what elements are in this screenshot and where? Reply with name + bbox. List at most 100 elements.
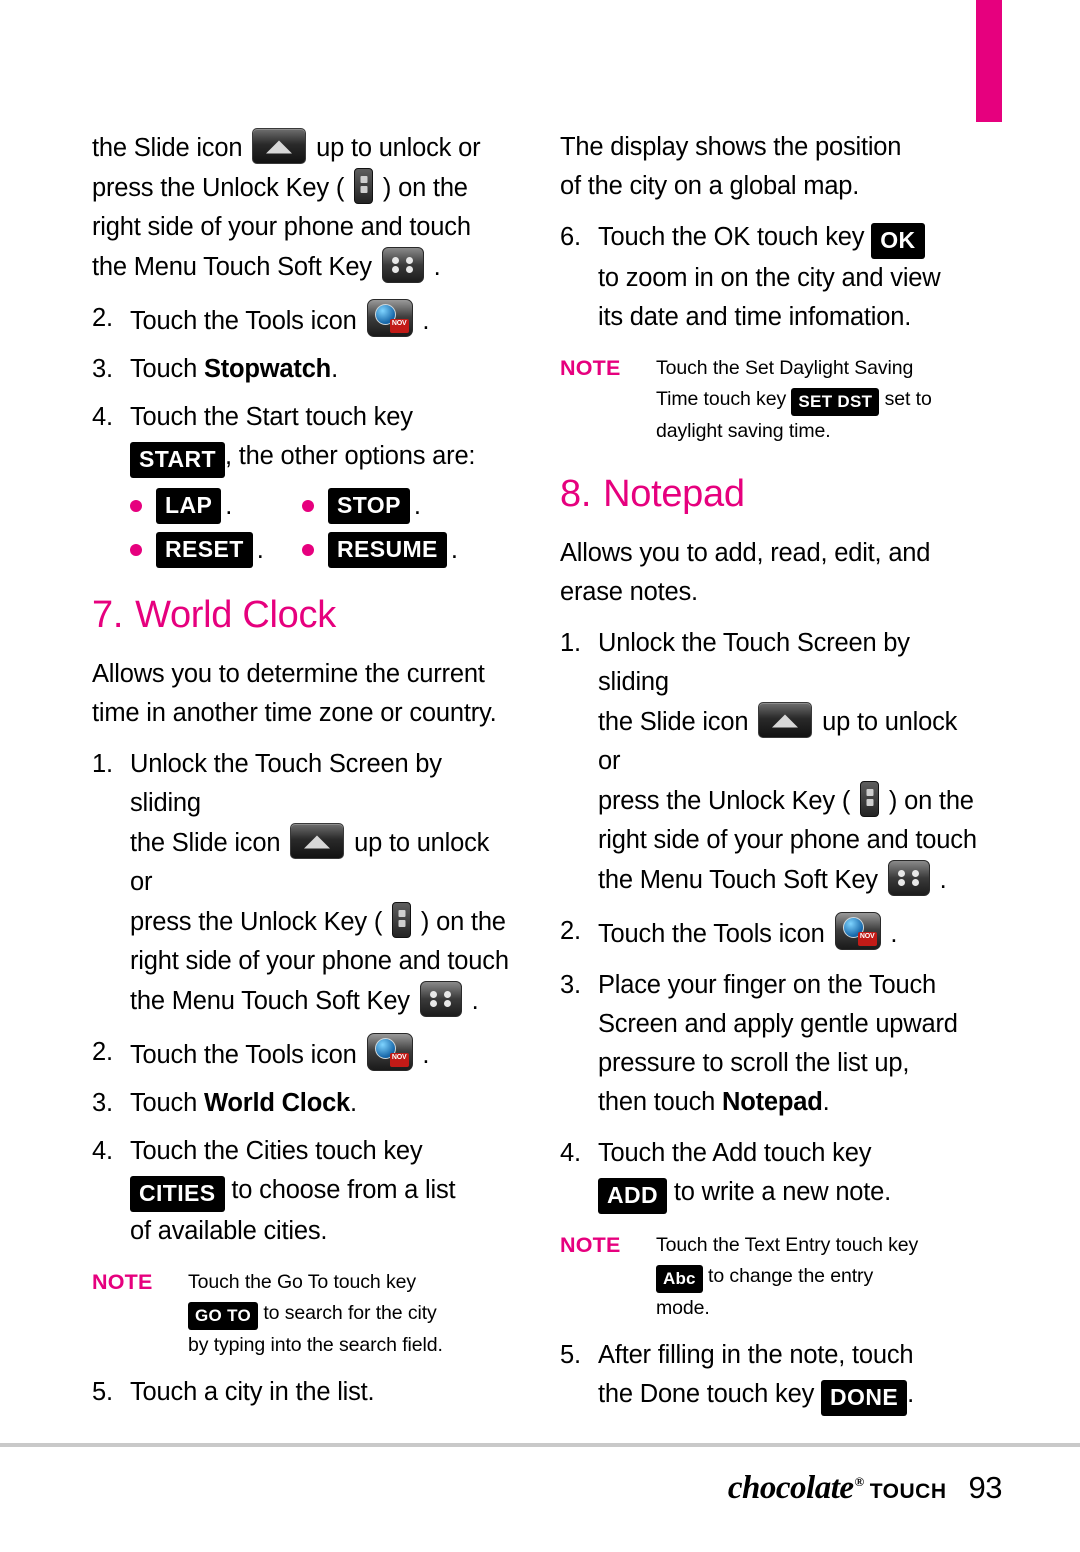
step-text-end: . (422, 1041, 430, 1069)
section-title: Notepad (603, 473, 745, 515)
section-number: 7. (92, 594, 124, 636)
step-line3b: ) on the (420, 908, 506, 936)
done-touch-key[interactable]: DONE (821, 1380, 908, 1416)
bullet-icon (130, 500, 142, 512)
step-line3a: press the Unlock Key ( (130, 908, 383, 936)
intro-line1: Allows you to determine the current (92, 660, 485, 688)
section-title: World Clock (135, 594, 336, 636)
step-line3: . (907, 1380, 914, 1408)
list-item: 5. After filling in the note, touch the … (560, 1336, 980, 1416)
note-set-dst: NOTE Touch the Set Daylight Saving Time … (560, 353, 980, 447)
stop-touch-key[interactable]: STOP (328, 488, 410, 524)
list-item: 2. Touch the Tools icon . (92, 299, 512, 341)
step-number: 6. (560, 223, 581, 251)
ok-touch-key[interactable]: OK (871, 223, 925, 259)
step-line5b: . (939, 866, 947, 894)
footer-divider (0, 1443, 1080, 1447)
step-line1: After filling in the note, touch (598, 1341, 914, 1369)
step-line5a: the Menu Touch Soft Key (130, 987, 410, 1015)
step-line3b: ) on the (888, 787, 974, 815)
section-heading-world-clock: 7. World Clock (92, 594, 512, 637)
unlock-key-icon (392, 902, 412, 938)
list-item: 6. Touch the OK touch key OK to zoom in … (560, 218, 980, 337)
list-item: 4. Touch the Add touch key ADD to write … (560, 1134, 980, 1214)
add-touch-key[interactable]: ADD (598, 1178, 668, 1214)
continued-step-paragraph: the Slide icon up to unlock or press the… (92, 128, 512, 287)
continued-step-line2b: ) on the (382, 174, 468, 202)
notepad-intro: Allows you to add, read, edit, and erase… (560, 534, 980, 612)
step-bold-term: World Clock (203, 1089, 351, 1117)
list-item: 3. Place your finger on the Touch Screen… (560, 966, 980, 1122)
section-heading-notepad: 8. Notepad (560, 473, 980, 516)
bullet-icon (302, 500, 314, 512)
list-item: 1. Unlock the Touch Screen by sliding th… (560, 624, 980, 900)
note-line3: mode. (656, 1297, 710, 1319)
list-item: 1. Unlock the Touch Screen by sliding th… (92, 745, 512, 1021)
step-text: Touch (130, 1089, 204, 1117)
step-line1: Unlock the Touch Screen by sliding (598, 629, 910, 696)
list-item: 3. Touch Stopwatch. (92, 350, 512, 389)
display-line1: The display shows the position (560, 133, 902, 161)
note-text-entry: NOTE Touch the Text Entry touch key Abc … (560, 1230, 980, 1324)
slide-icon (252, 128, 307, 164)
list-item: 2. Touch the Tools icon . (92, 1033, 512, 1075)
key-cell-lap: LAP . (130, 488, 302, 524)
manual-page: the Slide icon up to unlock or press the… (0, 0, 1080, 1552)
bullet-icon (130, 544, 142, 556)
step-text: Touch a city in the list. (130, 1378, 375, 1406)
step-text-end: . (890, 920, 898, 948)
step-line2: the Done touch key (598, 1380, 815, 1408)
step-line1: Touch the Add touch key (598, 1139, 872, 1167)
go-to-touch-key[interactable]: GO TO (188, 1302, 258, 1330)
step-number: 4. (92, 403, 113, 431)
note-line1: Touch the Text Entry touch key (656, 1234, 919, 1256)
right-column: The display shows the position of the ci… (560, 128, 980, 1416)
display-position-paragraph: The display shows the position of the ci… (560, 128, 980, 206)
brand-name: chocolate (727, 1470, 854, 1506)
unlock-key-icon (860, 781, 880, 817)
step-text-end: . (422, 307, 430, 335)
step-line3a: press the Unlock Key ( (598, 787, 851, 815)
continued-step-line2a: press the Unlock Key ( (92, 174, 345, 202)
step-line5b: . (471, 987, 479, 1015)
brand-logo: chocolate® TOUCH (728, 1470, 947, 1507)
list-item: RESET . RESUME . (130, 532, 512, 568)
reset-touch-key[interactable]: RESET (156, 532, 253, 568)
note-label: NOTE (92, 1270, 153, 1294)
step-bold-term: Stopwatch (203, 355, 332, 383)
note-line2: to change the entry (708, 1265, 874, 1287)
step-bold-term: Notepad (721, 1088, 823, 1116)
cities-touch-key[interactable]: CITIES (130, 1176, 225, 1212)
note-label: NOTE (560, 356, 621, 380)
step-line4: right side of your phone and touch (598, 826, 977, 854)
start-touch-key[interactable]: START (130, 442, 225, 478)
continued-step-line3: right side of your phone and touch (92, 213, 471, 241)
stop-key-period: . (413, 491, 421, 520)
step-number: 2. (92, 1038, 113, 1066)
set-dst-touch-key[interactable]: SET DST (791, 388, 880, 416)
step-text: Touch the Start touch key (130, 403, 413, 431)
step-line1: Touch the OK touch key (598, 223, 865, 251)
abc-touch-key[interactable]: Abc (656, 1265, 703, 1293)
resume-touch-key[interactable]: RESUME (328, 532, 447, 568)
step-line3: pressure to scroll the list up, (598, 1049, 910, 1077)
step-number: 2. (560, 917, 581, 945)
step-line4: right side of your phone and touch (130, 947, 509, 975)
world-clock-intro: Allows you to determine the current time… (92, 655, 512, 733)
lap-touch-key[interactable]: LAP (156, 488, 222, 524)
step-text-end: , the other options are: (224, 442, 476, 470)
key-cell-resume: RESUME . (302, 532, 474, 568)
step-line2a: the Slide icon (130, 829, 281, 857)
section-number: 8. (560, 473, 592, 515)
brand-registered-mark: ® (854, 1474, 865, 1489)
bullet-icon (302, 544, 314, 556)
note-line1: Touch the Set Daylight Saving (656, 357, 914, 379)
step-text: Touch the Tools icon (130, 1041, 357, 1069)
key-cell-reset: RESET . (130, 532, 302, 568)
page-number: 93 (968, 1470, 1003, 1505)
step-number: 2. (92, 304, 113, 332)
step-number: 3. (560, 971, 581, 999)
list-item: 2. Touch the Tools icon . (560, 912, 980, 954)
list-item: 3. Touch World Clock. (92, 1084, 512, 1123)
tools-icon (834, 912, 881, 950)
